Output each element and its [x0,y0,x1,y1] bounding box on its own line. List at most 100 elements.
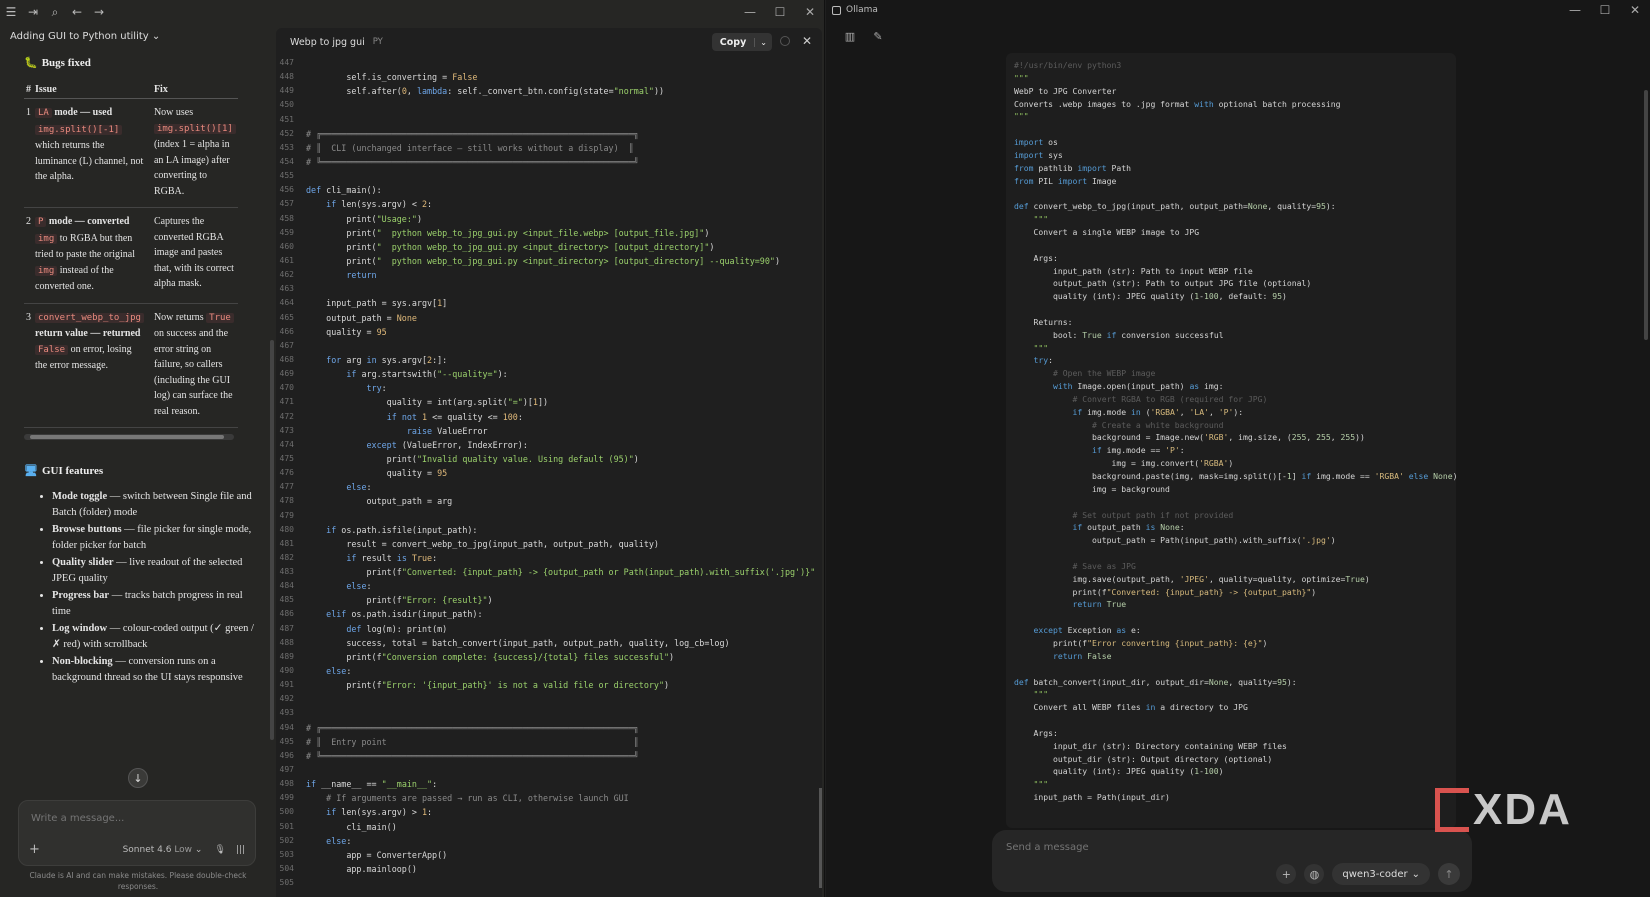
minimize-button[interactable]: — [1560,0,1590,20]
code-line: with Image.open(input_path) as img: [1052,381,1224,392]
fix-text: on success and the error string on failu… [153,328,233,417]
line-text: # ║ CLI (unchanged interface — still wor… [306,142,634,153]
close-icon[interactable]: ✕ [802,34,812,48]
model-selector[interactable]: Sonnet 4.6 Low ⌄ [123,845,203,855]
issue-cell: LA mode — used img.split()[-1] which ret… [33,98,152,208]
scroll-down-button[interactable]: ↓ [128,768,148,788]
artifact-title: Webp to jpg gui [290,36,365,48]
code-line: print(f"Error converting {input_path}: {… [1014,637,1268,648]
line-number: 474 [279,439,294,449]
line-text: return [346,270,377,281]
code-line: output_path = Path(input_path).with_suff… [1014,535,1336,546]
message-input[interactable] [31,813,231,824]
code-line: quality (int): JPEG quality (1-100, defa… [1014,291,1287,302]
chat-scrollbar[interactable] [270,340,274,740]
xda-watermark: XDA [1435,785,1572,835]
code-line: 456 def cli_main(): [276,183,816,197]
composer-toolbar: + Sonnet 4.6 Low ⌄ 🎙 ||| [29,842,245,857]
code-line: Convert all WEBP files in a directory to… [1014,702,1248,713]
code-line: try: [1033,355,1054,366]
send-button[interactable]: ↑ [1438,863,1460,885]
back-arrow-icon[interactable]: ← [66,1,88,23]
features-list: Mode toggle — switch between Single file… [24,489,254,685]
code-line: # Save as JPG [1014,560,1136,571]
line-text: self.is_converting = False [306,72,478,83]
code-line: 500 if len(sys.argv) > 1: [276,805,816,819]
code-scrollbar[interactable] [819,788,822,888]
new-chat-icon[interactable]: ✎ [870,28,886,44]
features-heading: 🖥 GUI features [24,464,104,478]
sidebar-icon[interactable]: ▥ [842,28,858,44]
search-icon[interactable]: ⌕ [44,1,66,23]
code-line: 502 else: [276,834,816,848]
line-number: 478 [279,496,294,506]
table-horizontal-scrollbar[interactable] [24,434,234,440]
code-line: input_path = Path(input_dir) [1014,792,1170,803]
ollama-scrollbar[interactable] [1644,90,1648,340]
code-line: # Open the WEBP image [1014,368,1156,379]
window-title: Ollama [846,5,878,15]
maximize-button[interactable]: ☐ [1590,0,1620,20]
microphone-icon[interactable]: 🎙 [214,845,225,855]
code-line: 469 if arg.startswith("--quality="): [276,367,816,381]
issue-cell: P mode — converted img to RGBA but then … [33,207,152,304]
line-text: app = ConverterApp() [306,849,448,860]
menu-icon[interactable]: ☰ [0,1,22,23]
code-line: """ [1014,342,1049,353]
code-line: 458 print("Usage:") [276,212,816,226]
sidebar-toggle-icon[interactable]: ⇥ [22,1,44,23]
code-line: 467 [276,339,816,353]
code-line: def batch_convert(input_dir, output_dir=… [1014,676,1297,687]
line-text: print(f"Error: '{input_path}' is not a v… [306,680,670,691]
refresh-icon[interactable] [780,36,790,46]
message-input[interactable] [1006,842,1306,853]
maximize-button[interactable]: ☐ [765,0,795,24]
line-number: 505 [279,878,294,888]
fix-text: Captures the converted RGBA image and pa… [153,216,234,289]
minimize-button[interactable]: — [735,0,765,24]
conversation-title[interactable]: Adding GUI to Python utility ⌄ [10,31,160,42]
code-line: input_path (str): Path to input WEBP fil… [1014,265,1253,276]
line-number: 486 [279,609,294,619]
plus-icon[interactable]: + [29,842,40,857]
code-line: 482 if result is True: [276,551,816,565]
globe-icon[interactable]: ◍ [1304,864,1325,884]
line-number: 479 [279,510,294,520]
copy-button[interactable]: Copy ⌄ [711,33,772,51]
line-number: 463 [279,284,294,294]
line-text: elif os.path.isdir(input_path): [326,609,483,620]
claude-window: ☰ ⇥ ⌕ ← → — ☐ ✕ Adding GUI to Python uti… [0,0,825,897]
issue-text: mode — converted [46,216,130,227]
code-line: Convert a single WEBP image to JPG [1014,226,1200,237]
chevron-down-icon[interactable]: ⌄ [754,37,772,47]
line-number: 460 [279,241,294,251]
line-text: quality = 95 [306,468,448,479]
table-row: 1 LA mode — used img.split()[-1] which r… [24,98,238,208]
line-text: # ║ Entry point ║ [306,736,639,747]
voice-mode-icon[interactable]: ||| [236,845,245,855]
line-number: 451 [279,114,294,124]
line-text: try: [366,383,387,394]
code-line: 504 app.mainloop() [276,862,816,876]
line-number: 452 [279,128,294,138]
model-selector[interactable]: qwen3-coder ⌄ [1332,863,1430,885]
close-window-button[interactable]: ✕ [1620,0,1650,20]
issue-text: mode — used [51,107,113,118]
forward-arrow-icon[interactable]: → [88,1,110,23]
line-text: else: [346,482,372,493]
code-line: 484 else: [276,579,816,593]
plus-icon[interactable]: + [1276,864,1297,884]
line-text: quality = int(arg.split("=")[1]) [306,397,549,408]
issue-text: return value — returned [35,328,141,339]
line-text: # If arguments are passed → run as CLI, … [326,793,629,804]
line-number: 458 [279,213,294,223]
chat-transcript: 🐛 Bugs fixed # Issue Fix 1 LA mode — used… [24,56,254,796]
row-number: 1 [24,98,33,208]
code-line: """ [1014,111,1029,122]
close-window-button[interactable]: ✕ [795,0,825,24]
arrow-down-icon: ↓ [133,771,143,785]
code-chip: img [35,265,58,276]
code-line: from pathlib import Path [1014,162,1131,173]
